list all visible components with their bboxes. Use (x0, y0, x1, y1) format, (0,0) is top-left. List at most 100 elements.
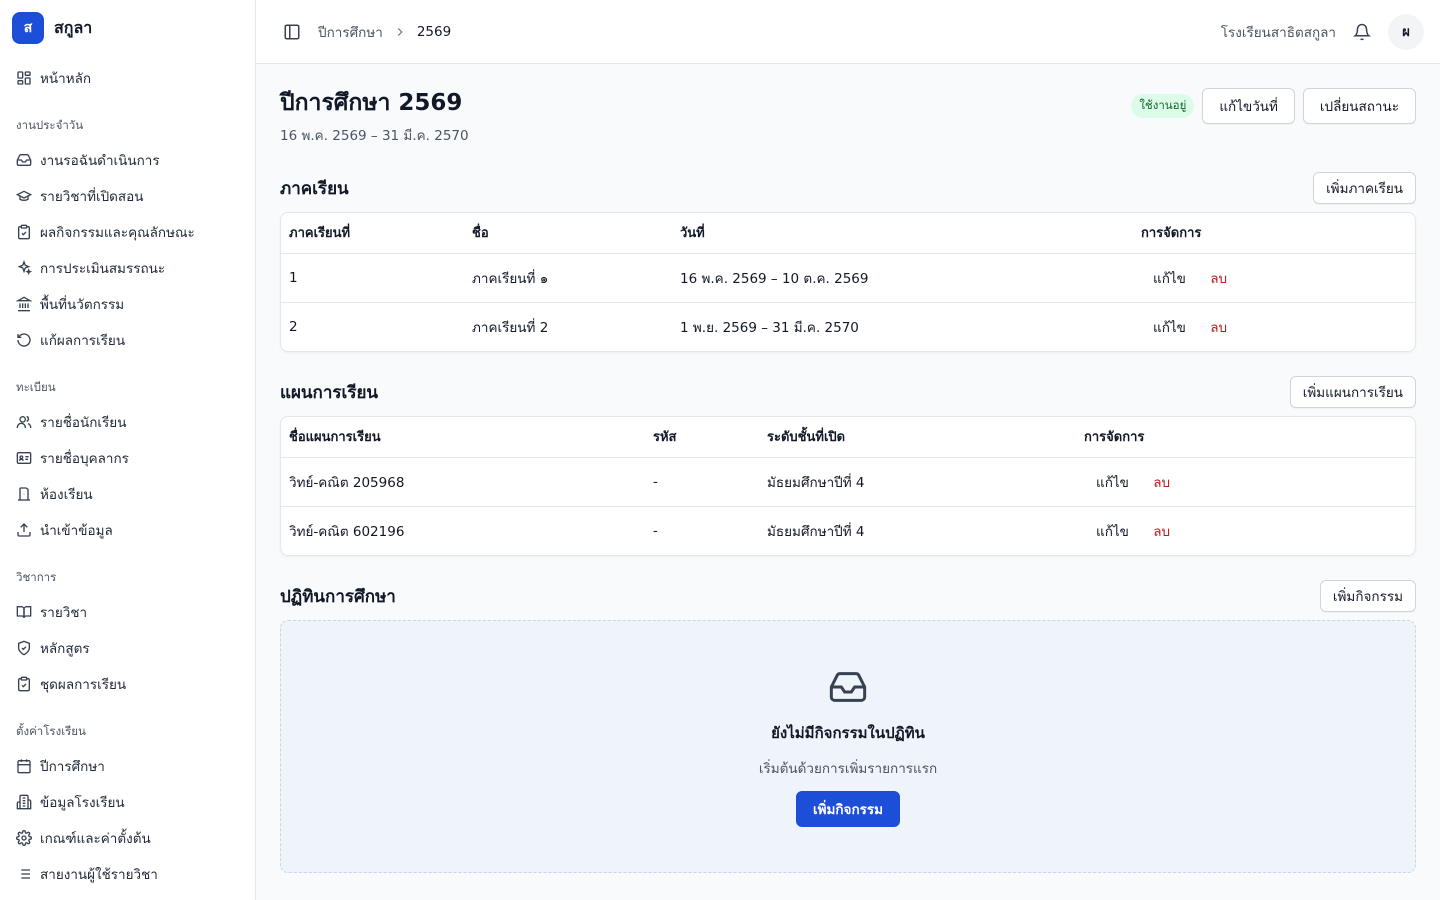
topbar: ปีการศึกษา 2569 โรงเรียนสาธิตสกูลา ผ (256, 0, 1440, 64)
school-name: โรงเรียนสาธิตสกูลา (1220, 24, 1336, 41)
empty-add-activity-button[interactable]: เพิ่มกิจกรรม (795, 790, 901, 827)
plan-code: - (653, 522, 658, 539)
shield-check-icon (16, 640, 32, 656)
sidebar-item-label: แก้ผลการเรียน (40, 333, 126, 349)
column-header: ชื่อ (464, 213, 672, 254)
sidebar-item-academic-years[interactable]: ปีการศึกษา (0, 748, 255, 784)
book-open-icon (16, 604, 32, 620)
page-title: ปีการศึกษา 2569 (280, 90, 463, 116)
sidebar-item-staff[interactable]: รายชื่อบุคลากร (0, 440, 255, 476)
calendar-section: ปฏิทินการศึกษา เพิ่มกิจกรรม ยังไม่มีกิจก… (280, 580, 1416, 873)
add-semester-button[interactable]: เพิ่มภาคเรียน (1313, 172, 1416, 204)
sidebar-item-grade-fix[interactable]: แก้ผลการเรียน (0, 322, 255, 358)
content: ปีการศึกษา 2569 16 พ.ค. 2569 – 31 มี.ค. … (256, 64, 1440, 900)
sidebar-item-label: รายชื่อบุคลากร (40, 451, 129, 467)
table-row: 1 ภาคเรียนที่ ๑ 16 พ.ค. 2569 – 10 ต.ค. 2… (281, 253, 1415, 303)
sidebar-item-grade-sets[interactable]: ชุดผลการเรียน (0, 666, 255, 702)
bell-icon[interactable] (1350, 20, 1374, 44)
brand-name: สกูลา (54, 17, 93, 37)
semester-number: 2 (289, 318, 298, 335)
edit-button[interactable]: แก้ไข (1084, 520, 1141, 542)
edit-button[interactable]: แก้ไข (1141, 267, 1198, 289)
id-card-icon (16, 450, 32, 466)
sidebar-group-label: งานประจำวัน (16, 118, 84, 132)
users-icon (16, 414, 32, 430)
breadcrumb: ปีการศึกษา 2569 (318, 21, 451, 43)
sidebar-item-label: หน้าหลัก (40, 71, 92, 87)
delete-button[interactable]: ลบ (1202, 267, 1235, 289)
add-plan-button[interactable]: เพิ่มแผนการเรียน (1289, 376, 1416, 408)
rotate-ccw-icon (16, 332, 32, 348)
sidebar-item-school-info[interactable]: ข้อมูลโรงเรียน (0, 784, 255, 820)
sidebar-item-label: พื้นที่นวัตกรรม (40, 297, 125, 313)
brand[interactable]: ส สกูลา (0, 0, 255, 56)
semester-name: ภาคเรียนที่ 2 (472, 319, 549, 336)
sidebar-item-label: ห้องเรียน (40, 487, 93, 503)
edit-button[interactable]: แก้ไข (1084, 471, 1141, 493)
sidebar-item-label: รายชื่อนักเรียน (40, 415, 127, 431)
plans-table: ชื่อแผนการเรียน รหัส ระดับชั้นที่เปิด กา… (281, 417, 1415, 555)
sidebar-item-user-roles[interactable]: สายงานผู้ใช้รายวิชา (0, 856, 255, 892)
clipboard-check-icon (16, 224, 32, 240)
row-actions: แก้ไข ลบ (1076, 457, 1415, 507)
semester-name: ภาคเรียนที่ ๑ (464, 253, 672, 303)
sidebar-group-registry: ทะเบียน รายชื่อนักเรียน รายชื่อบุคลากร ห… (0, 378, 255, 548)
column-header: ชื่อแผนการเรียน (281, 417, 645, 458)
column-header: ภาคเรียนที่ (281, 213, 464, 254)
plans-title: แผนการเรียน (280, 382, 379, 403)
semesters-table: ภาคเรียนที่ ชื่อ วันที่ การจัดการ 1 ภาคเ… (281, 213, 1415, 351)
semesters-title: ภาคเรียน (280, 178, 349, 199)
sidebar-group-label: ทะเบียน (16, 380, 56, 394)
delete-button[interactable]: ลบ (1202, 316, 1235, 338)
table-row: วิทย์-คณิต 205968 - มัธยมศึกษาปีที่ 4 แก… (281, 457, 1415, 507)
table-row: วิทย์-คณิต 602196 - มัธยมศึกษาปีที่ 4 แก… (281, 506, 1415, 555)
sidebar-item-label: หลักสูตร (40, 641, 90, 657)
sidebar-item-curriculum[interactable]: หลักสูตร (0, 630, 255, 666)
sidebar: ส สกูลา หน้าหลัก งานประจำวัน งานรอฉันดำเ… (0, 0, 256, 900)
door-icon (16, 486, 32, 502)
page-subtitle: 16 พ.ค. 2569 – 31 มี.ค. 2570 (280, 128, 469, 144)
sidebar-item-competency[interactable]: การประเมินสมรรถนะ (0, 250, 255, 286)
main-area: ปีการศึกษา 2569 โรงเรียนสาธิตสกูลา ผ ปีก… (256, 0, 1440, 900)
delete-button[interactable]: ลบ (1145, 520, 1178, 542)
landmark-icon (16, 296, 32, 312)
add-activity-button[interactable]: เพิ่มกิจกรรม (1319, 580, 1416, 612)
plans-table-card: ชื่อแผนการเรียน รหัส ระดับชั้นที่เปิด กา… (280, 416, 1416, 556)
sidebar-item-home[interactable]: หน้าหลัก (0, 60, 255, 96)
building-icon (16, 794, 32, 810)
plans-section: แผนการเรียน เพิ่มแผนการเรียน ชื่อแผนการเ… (280, 376, 1416, 556)
settings-icon (16, 830, 32, 846)
sidebar-item-criteria[interactable]: เกณฑ์และค่าตั้งต้น (0, 820, 255, 856)
sidebar-item-import[interactable]: นำเข้าข้อมูล (0, 512, 255, 548)
sidebar-item-label: รายวิชาที่เปิดสอน (40, 189, 144, 205)
sidebar-item-label: งานรอฉันดำเนินการ (40, 153, 160, 169)
plan-name: วิทย์-คณิต 205968 (281, 457, 645, 507)
clipboard-check-icon (16, 676, 32, 692)
column-header: วันที่ (672, 213, 1133, 254)
sidebar-item-subjects[interactable]: รายวิชา (0, 594, 255, 630)
sidebar-item-open-courses[interactable]: รายวิชาที่เปิดสอน (0, 178, 255, 214)
empty-state-title: ยังไม่มีกิจกรรมในปฏิทิน (771, 723, 925, 742)
delete-button[interactable]: ลบ (1145, 471, 1178, 493)
row-actions: แก้ไข ลบ (1133, 253, 1415, 303)
sidebar-item-classrooms[interactable]: ห้องเรียน (0, 476, 255, 512)
column-header: รหัส (645, 417, 759, 458)
sidebar-item-activity-results[interactable]: ผลกิจกรรมและคุณลักษณะ (0, 214, 255, 250)
sidebar-toggle-button[interactable] (278, 18, 306, 46)
change-status-button[interactable]: เปลี่ยนสถานะ (1302, 88, 1416, 124)
breadcrumb-link-academic-years[interactable]: ปีการศึกษา (318, 21, 383, 43)
plan-level: มัธยมศึกษาปีที่ 4 (767, 523, 865, 540)
row-actions: แก้ไข ลบ (1076, 506, 1415, 555)
sidebar-item-innovation[interactable]: พื้นที่นวัตกรรม (0, 286, 255, 322)
table-row: 2 ภาคเรียนที่ 2 1 พ.ย. 2569 – 31 มี.ค. 2… (281, 302, 1415, 351)
breadcrumb-current: 2569 (416, 23, 452, 40)
calendar-title: ปฏิทินการศึกษา (280, 586, 396, 607)
plan-name: วิทย์-คณิต 602196 (289, 523, 405, 540)
sidebar-group-daily: งานประจำวัน งานรอฉันดำเนินการ รายวิชาที่… (0, 116, 255, 358)
avatar[interactable]: ผ (1388, 13, 1424, 50)
sidebar-item-pending-tasks[interactable]: งานรอฉันดำเนินการ (0, 142, 255, 178)
edit-dates-button[interactable]: แก้ไขวันที่ (1202, 88, 1295, 124)
edit-button[interactable]: แก้ไข (1141, 316, 1198, 338)
sidebar-item-students[interactable]: รายชื่อนักเรียน (0, 404, 255, 440)
sidebar-item-label: เกณฑ์และค่าตั้งต้น (40, 831, 151, 847)
